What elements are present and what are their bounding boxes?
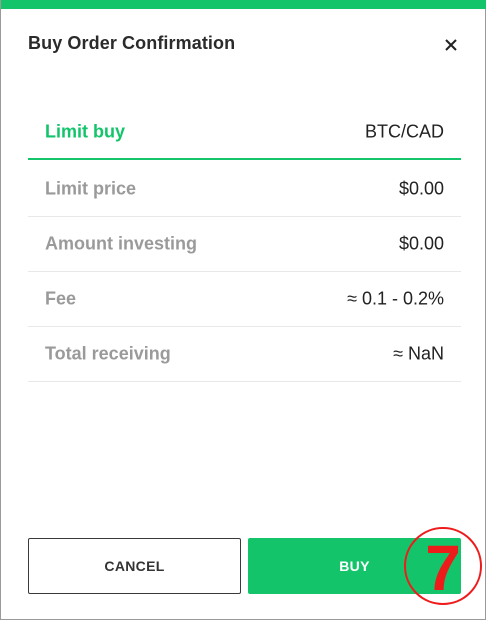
amount-investing-value: $0.00 (398, 233, 444, 254)
buy-order-dialog: Buy Order Confirmation Limit buy BTC/CAD… (0, 0, 486, 620)
trading-pair: BTC/CAD (364, 121, 444, 141)
order-summary-header: Limit buy BTC/CAD (28, 105, 461, 160)
step-marker: 7 (404, 527, 482, 605)
total-receiving-value: ≈ NaN (393, 343, 444, 364)
accent-bar (1, 0, 486, 9)
total-receiving-label: Total receiving (45, 343, 171, 364)
limit-price-label: Limit price (45, 178, 137, 199)
fee-label: Fee (45, 288, 77, 309)
limit-price-row: Limit price $0.00 (28, 162, 461, 217)
fee-value: ≈ 0.1 - 0.2% (347, 288, 444, 309)
fee-row: Fee ≈ 0.1 - 0.2% (28, 272, 461, 327)
close-icon[interactable] (441, 35, 461, 55)
order-type-label: Limit buy (45, 121, 125, 141)
total-receiving-row: Total receiving ≈ NaN (28, 327, 461, 382)
amount-investing-row: Amount investing $0.00 (28, 217, 461, 272)
amount-investing-label: Amount investing (45, 233, 197, 254)
dialog-title: Buy Order Confirmation (28, 33, 236, 53)
limit-price-value: $0.00 (398, 178, 444, 199)
cancel-button[interactable]: CANCEL (28, 538, 241, 594)
